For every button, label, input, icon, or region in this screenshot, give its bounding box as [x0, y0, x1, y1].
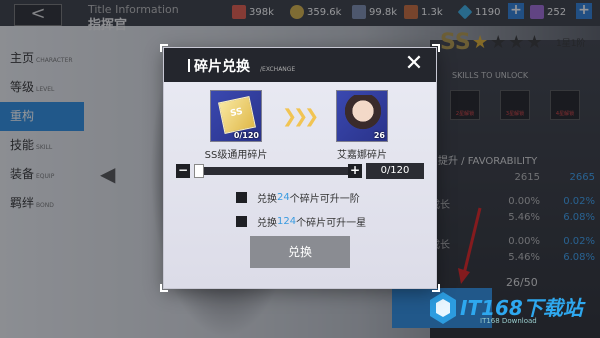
watermark-logo-icon	[430, 292, 456, 324]
option-text: 个碎片可升一阶	[289, 194, 360, 205]
exchange-button[interactable]: 兑换	[250, 236, 350, 268]
source-count: 0/120	[233, 131, 259, 140]
ss-fragment-icon: SS	[218, 96, 256, 134]
dialog-title-en: /EXCHANGE	[260, 66, 296, 73]
quantity-slider: − + 0/120	[176, 163, 426, 179]
target-item-name: 艾嘉娜碎片	[337, 150, 387, 161]
source-item-name: SS级通用碎片	[204, 150, 268, 161]
slider-handle[interactable]	[194, 164, 204, 178]
decrease-button[interactable]: −	[176, 164, 190, 178]
target-fragment-card: 26	[336, 90, 388, 142]
checkbox[interactable]	[236, 216, 247, 227]
character-avatar	[345, 95, 381, 135]
source-fragment-card: SS 0/120	[210, 90, 262, 142]
chip-label: SS	[229, 106, 244, 120]
arrow-right-icon: ❯❯❯	[282, 106, 319, 127]
quantity-value: 0/120	[366, 163, 424, 179]
slider-track[interactable]	[194, 167, 348, 175]
checkbox[interactable]	[236, 192, 247, 203]
title-accent-bar	[188, 59, 190, 72]
option-upgrade-tier[interactable]: 兑换 24 个碎片可升一阶	[236, 190, 360, 205]
exchange-dialog: 碎片兑换 /EXCHANGE ✕ SS 0/120 ❯❯❯ 26 SS级通用碎片…	[160, 44, 440, 292]
option-number: 124	[277, 216, 297, 227]
close-icon[interactable]: ✕	[402, 53, 426, 77]
dialog-body: SS 0/120 ❯❯❯ 26 SS级通用碎片 艾嘉娜碎片 − + 0/120 …	[164, 82, 436, 288]
option-text: 兑换	[257, 218, 277, 229]
option-number: 24	[277, 192, 290, 203]
option-upgrade-star[interactable]: 兑换 124 个碎片可升一星	[236, 214, 366, 229]
watermark: IT168下载站 IT168 Download	[428, 290, 600, 338]
option-text: 兑换	[257, 194, 277, 205]
target-count: 26	[373, 131, 385, 140]
dialog-header: 碎片兑换 /EXCHANGE ✕	[164, 48, 436, 82]
watermark-subtext: IT168 Download	[480, 317, 537, 325]
dialog-title: 碎片兑换	[194, 59, 250, 75]
increase-button[interactable]: +	[348, 164, 362, 178]
option-text: 个碎片可升一星	[296, 218, 367, 229]
